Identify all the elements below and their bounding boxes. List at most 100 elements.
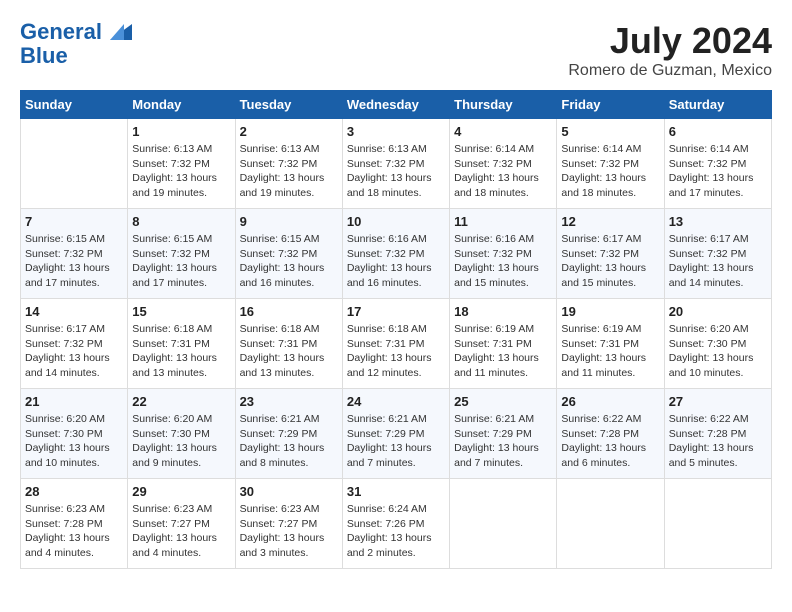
logo-blue: Blue bbox=[20, 44, 132, 68]
day-number: 3 bbox=[347, 124, 445, 139]
day-info: Sunrise: 6:15 AMSunset: 7:32 PMDaylight:… bbox=[132, 232, 230, 291]
day-number: 16 bbox=[240, 304, 338, 319]
calendar-cell: 20 Sunrise: 6:20 AMSunset: 7:30 PMDayligh… bbox=[664, 299, 771, 389]
week-row-3: 14Sunrise: 6:17 AMSunset: 7:32 PMDayligh… bbox=[21, 299, 772, 389]
calendar-cell: 15Sunrise: 6:18 AMSunset: 7:31 PMDayligh… bbox=[128, 299, 235, 389]
calendar-table: SundayMondayTuesdayWednesdayThursdayFrid… bbox=[20, 90, 772, 569]
day-info: Sunrise: 6:18 AMSunset: 7:31 PMDaylight:… bbox=[132, 322, 230, 381]
day-number: 24 bbox=[347, 394, 445, 409]
calendar-cell: 16 Sunrise: 6:18 AMSunset: 7:31 PMDayligh… bbox=[235, 299, 342, 389]
calendar-cell: 2 Sunrise: 6:13 AMSunset: 7:32 PMDaylight… bbox=[235, 119, 342, 209]
day-info: Sunrise: 6:13 AMSunset: 7:32 PMDaylight:… bbox=[240, 142, 338, 201]
day-info: Sunrise: 6:21 AMSunset: 7:29 PMDaylight:… bbox=[240, 412, 338, 471]
calendar-cell: 28 Sunrise: 6:23 AMSunset: 7:28 PMDayligh… bbox=[21, 479, 128, 569]
calendar-cell: 5 Sunrise: 6:14 AMSunset: 7:32 PMDaylight… bbox=[557, 119, 664, 209]
logo: General Blue bbox=[20, 20, 132, 68]
day-info: Sunrise: 6:16 AMSunset: 7:32 PMDaylight:… bbox=[454, 232, 552, 291]
day-number: 31 bbox=[347, 484, 445, 499]
day-number: 5 bbox=[561, 124, 659, 139]
calendar-cell: 3Sunrise: 6:13 AMSunset: 7:32 PMDaylight… bbox=[342, 119, 449, 209]
day-info: Sunrise: 6:21 AMSunset: 7:29 PMDaylight:… bbox=[454, 412, 552, 471]
calendar-cell bbox=[557, 479, 664, 569]
day-number: 18 bbox=[454, 304, 552, 319]
day-info: Sunrise: 6:21 AMSunset: 7:29 PMDaylight:… bbox=[347, 412, 445, 471]
calendar-cell bbox=[664, 479, 771, 569]
day-number: 13 bbox=[669, 214, 767, 229]
day-number: 7 bbox=[25, 214, 123, 229]
page-header: General Blue July 2024 Romero de Guzman,… bbox=[20, 20, 772, 80]
day-number: 22 bbox=[132, 394, 230, 409]
day-info: Sunrise: 6:24 AMSunset: 7:26 PMDaylight:… bbox=[347, 502, 445, 561]
calendar-cell: 23 Sunrise: 6:21 AMSunset: 7:29 PMDayligh… bbox=[235, 389, 342, 479]
day-info: Sunrise: 6:19 AMSunset: 7:31 PMDaylight:… bbox=[561, 322, 659, 381]
day-info: Sunrise: 6:20 AMSunset: 7:30 PMDaylight:… bbox=[132, 412, 230, 471]
day-number: 2 bbox=[240, 124, 338, 139]
month-title: July 2024 bbox=[568, 20, 772, 62]
calendar-cell: 4Sunrise: 6:14 AMSunset: 7:32 PMDaylight… bbox=[450, 119, 557, 209]
day-number: 9 bbox=[240, 214, 338, 229]
week-row-2: 7 Sunrise: 6:15 AMSunset: 7:32 PMDaylight… bbox=[21, 209, 772, 299]
calendar-cell: 8 Sunrise: 6:15 AMSunset: 7:32 PMDaylight… bbox=[128, 209, 235, 299]
header-tuesday: Tuesday bbox=[235, 91, 342, 119]
calendar-cell: 21 Sunrise: 6:20 AMSunset: 7:30 PMDayligh… bbox=[21, 389, 128, 479]
week-row-1: 1 Sunrise: 6:13 AMSunset: 7:32 PMDaylight… bbox=[21, 119, 772, 209]
day-info: Sunrise: 6:14 AMSunset: 7:32 PMDaylight:… bbox=[561, 142, 659, 201]
calendar-header-row: SundayMondayTuesdayWednesdayThursdayFrid… bbox=[21, 91, 772, 119]
header-friday: Friday bbox=[557, 91, 664, 119]
day-info: Sunrise: 6:23 AMSunset: 7:27 PMDaylight:… bbox=[132, 502, 230, 561]
day-number: 14 bbox=[25, 304, 123, 319]
calendar-cell: 29Sunrise: 6:23 AMSunset: 7:27 PMDayligh… bbox=[128, 479, 235, 569]
day-number: 21 bbox=[25, 394, 123, 409]
day-info: Sunrise: 6:18 AMSunset: 7:31 PMDaylight:… bbox=[347, 322, 445, 381]
header-monday: Monday bbox=[128, 91, 235, 119]
calendar-cell: 12 Sunrise: 6:17 AMSunset: 7:32 PMDayligh… bbox=[557, 209, 664, 299]
calendar-cell: 11 Sunrise: 6:16 AMSunset: 7:32 PMDayligh… bbox=[450, 209, 557, 299]
calendar-cell: 30 Sunrise: 6:23 AMSunset: 7:27 PMDayligh… bbox=[235, 479, 342, 569]
day-number: 17 bbox=[347, 304, 445, 319]
day-info: Sunrise: 6:14 AMSunset: 7:32 PMDaylight:… bbox=[669, 142, 767, 201]
day-info: Sunrise: 6:17 AMSunset: 7:32 PMDaylight:… bbox=[669, 232, 767, 291]
calendar-cell: 22 Sunrise: 6:20 AMSunset: 7:30 PMDayligh… bbox=[128, 389, 235, 479]
calendar-cell: 14Sunrise: 6:17 AMSunset: 7:32 PMDayligh… bbox=[21, 299, 128, 389]
day-info: Sunrise: 6:17 AMSunset: 7:32 PMDaylight:… bbox=[561, 232, 659, 291]
calendar-cell bbox=[21, 119, 128, 209]
day-info: Sunrise: 6:15 AMSunset: 7:32 PMDaylight:… bbox=[240, 232, 338, 291]
day-number: 26 bbox=[561, 394, 659, 409]
calendar-cell: 18 Sunrise: 6:19 AMSunset: 7:31 PMDayligh… bbox=[450, 299, 557, 389]
day-number: 8 bbox=[132, 214, 230, 229]
day-number: 28 bbox=[25, 484, 123, 499]
day-number: 20 bbox=[669, 304, 767, 319]
day-number: 1 bbox=[132, 124, 230, 139]
header-sunday: Sunday bbox=[21, 91, 128, 119]
day-number: 27 bbox=[669, 394, 767, 409]
day-number: 11 bbox=[454, 214, 552, 229]
calendar-cell: 31 Sunrise: 6:24 AMSunset: 7:26 PMDayligh… bbox=[342, 479, 449, 569]
day-info: Sunrise: 6:20 AMSunset: 7:30 PMDaylight:… bbox=[25, 412, 123, 471]
day-info: Sunrise: 6:15 AMSunset: 7:32 PMDaylight:… bbox=[25, 232, 123, 291]
calendar-cell: 7 Sunrise: 6:15 AMSunset: 7:32 PMDaylight… bbox=[21, 209, 128, 299]
logo-text: General bbox=[20, 20, 132, 44]
calendar-cell: 26Sunrise: 6:22 AMSunset: 7:28 PMDayligh… bbox=[557, 389, 664, 479]
header-thursday: Thursday bbox=[450, 91, 557, 119]
day-number: 19 bbox=[561, 304, 659, 319]
day-number: 23 bbox=[240, 394, 338, 409]
calendar-cell: 10Sunrise: 6:16 AMSunset: 7:32 PMDayligh… bbox=[342, 209, 449, 299]
day-info: Sunrise: 6:23 AMSunset: 7:28 PMDaylight:… bbox=[25, 502, 123, 561]
calendar-cell: 25Sunrise: 6:21 AMSunset: 7:29 PMDayligh… bbox=[450, 389, 557, 479]
day-info: Sunrise: 6:23 AMSunset: 7:27 PMDaylight:… bbox=[240, 502, 338, 561]
day-number: 30 bbox=[240, 484, 338, 499]
day-info: Sunrise: 6:18 AMSunset: 7:31 PMDaylight:… bbox=[240, 322, 338, 381]
calendar-cell: 19 Sunrise: 6:19 AMSunset: 7:31 PMDayligh… bbox=[557, 299, 664, 389]
calendar-cell: 13 Sunrise: 6:17 AMSunset: 7:32 PMDayligh… bbox=[664, 209, 771, 299]
calendar-cell: 6 Sunrise: 6:14 AMSunset: 7:32 PMDaylight… bbox=[664, 119, 771, 209]
day-number: 12 bbox=[561, 214, 659, 229]
day-info: Sunrise: 6:20 AMSunset: 7:30 PMDaylight:… bbox=[669, 322, 767, 381]
day-number: 6 bbox=[669, 124, 767, 139]
day-number: 4 bbox=[454, 124, 552, 139]
logo-icon bbox=[110, 24, 132, 40]
calendar-cell: 17 Sunrise: 6:18 AMSunset: 7:31 PMDayligh… bbox=[342, 299, 449, 389]
calendar-cell bbox=[450, 479, 557, 569]
day-info: Sunrise: 6:22 AMSunset: 7:28 PMDaylight:… bbox=[669, 412, 767, 471]
calendar-cell: 27 Sunrise: 6:22 AMSunset: 7:28 PMDayligh… bbox=[664, 389, 771, 479]
day-info: Sunrise: 6:19 AMSunset: 7:31 PMDaylight:… bbox=[454, 322, 552, 381]
